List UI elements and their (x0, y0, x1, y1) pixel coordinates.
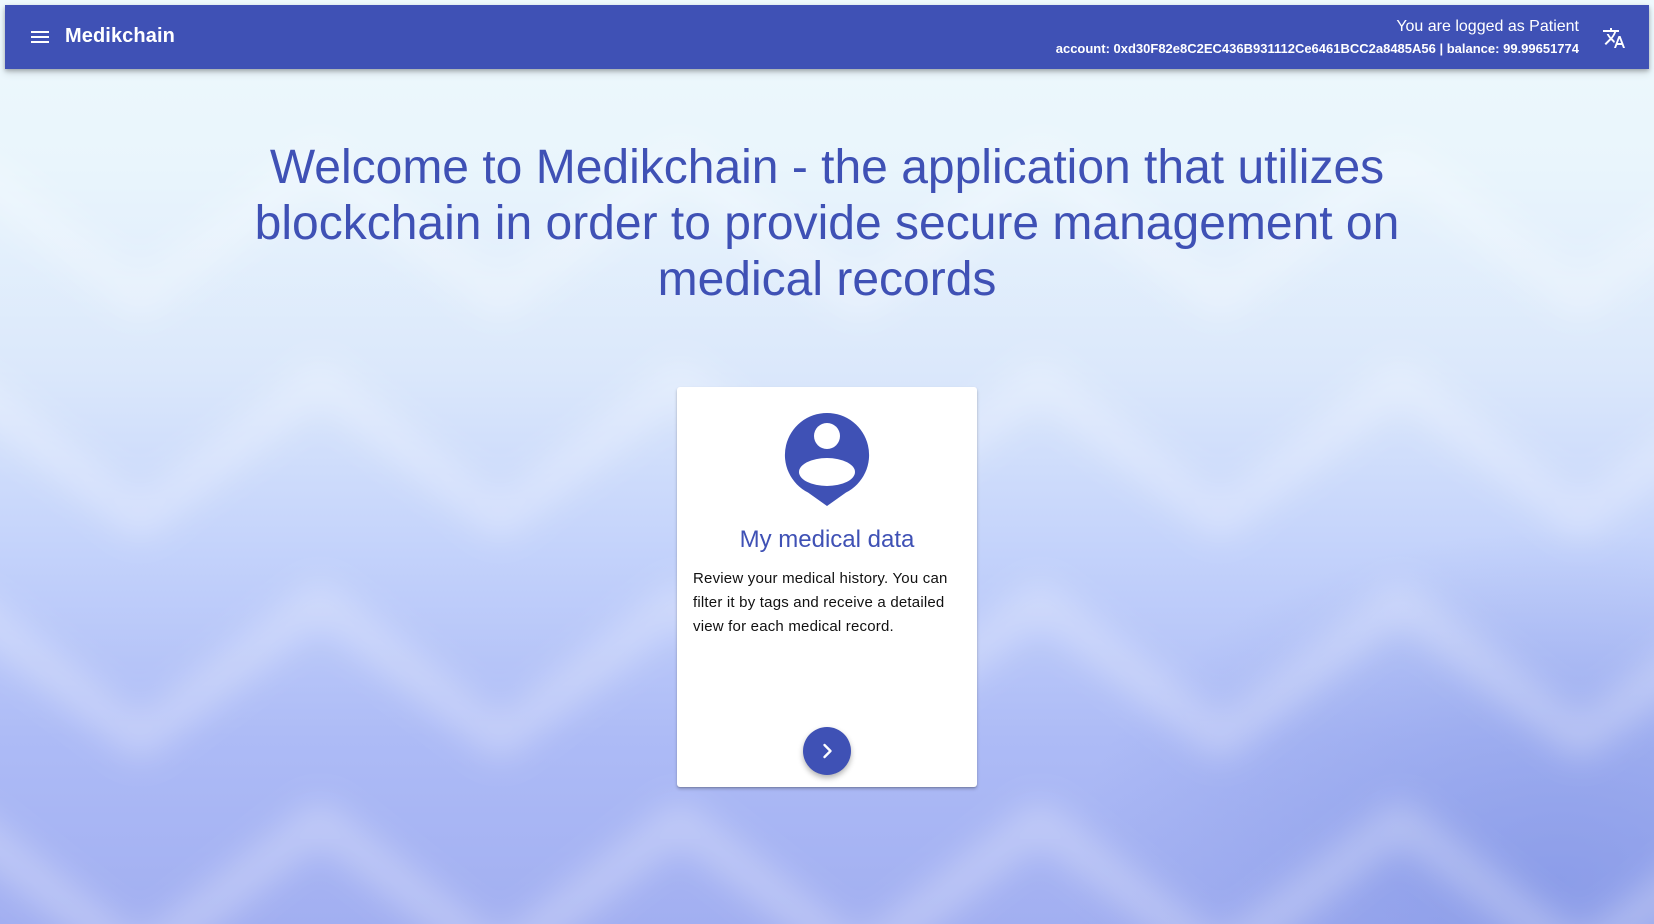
card-description: Review your medical history. You can fil… (693, 570, 948, 635)
top-app-bar: Medikchain You are logged as Patient acc… (5, 5, 1649, 69)
chevron-right-icon (823, 743, 832, 759)
welcome-heading: Welcome to Medikchain - the application … (254, 141, 1400, 306)
menu-icon (31, 31, 49, 43)
language-button[interactable] (1599, 23, 1629, 53)
translate-icon (1603, 28, 1625, 48)
card-title: My medical data (739, 526, 915, 553)
open-medical-data-button[interactable] (803, 727, 851, 775)
person-pin-icon (784, 412, 870, 506)
menu-button[interactable] (25, 22, 55, 52)
account-balance-text: account: 0xd30F82e8C2EC436B931112Ce6461B… (1055, 41, 1579, 56)
user-info: You are logged as Patient account: 0xd30… (1056, 17, 1579, 57)
app-title: Medikchain (65, 25, 175, 47)
logged-as-text: You are logged as Patient (1396, 18, 1579, 35)
medical-data-card: My medical data Review your medical hist… (677, 387, 977, 787)
